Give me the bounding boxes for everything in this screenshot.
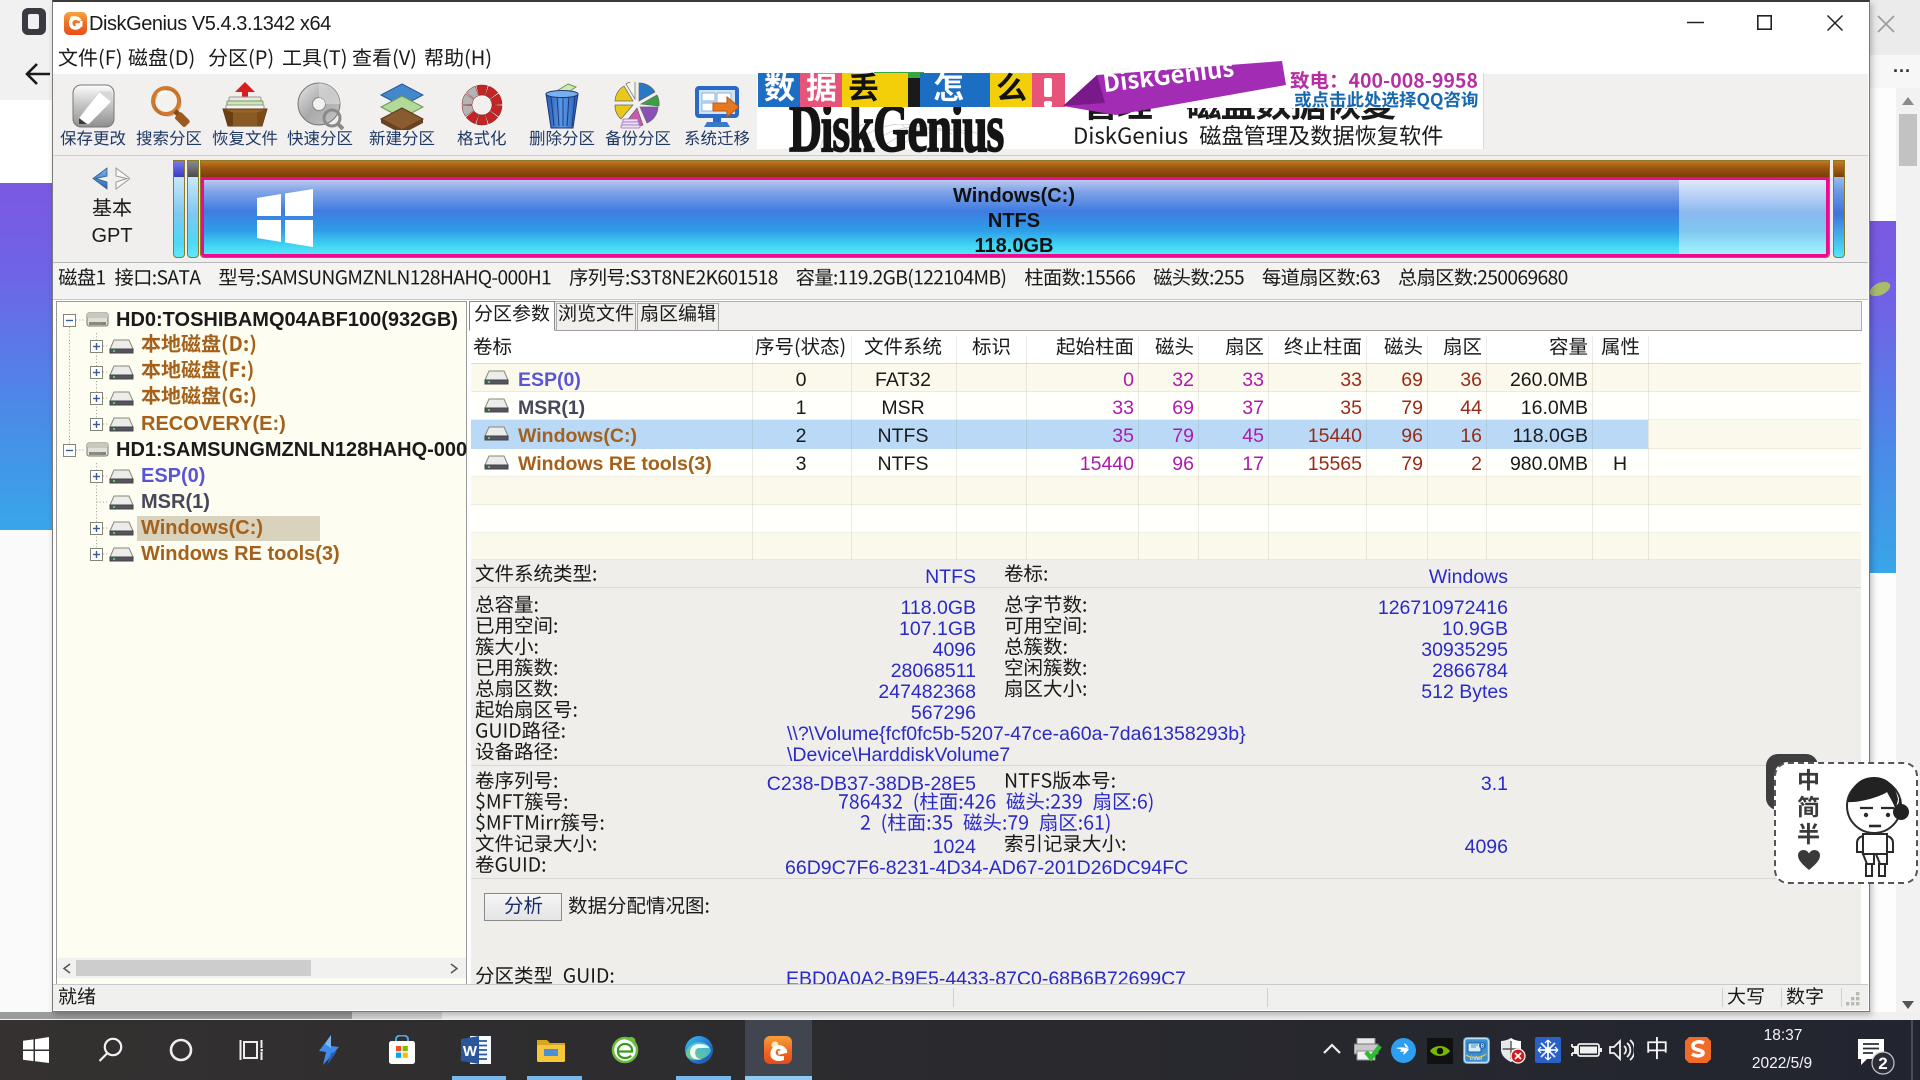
svg-text:intel: intel bbox=[1470, 1055, 1482, 1062]
svg-text:2: 2 bbox=[1878, 1054, 1887, 1073]
svg-text:W: W bbox=[463, 1043, 478, 1060]
svg-text:B: B bbox=[1481, 1044, 1485, 1050]
